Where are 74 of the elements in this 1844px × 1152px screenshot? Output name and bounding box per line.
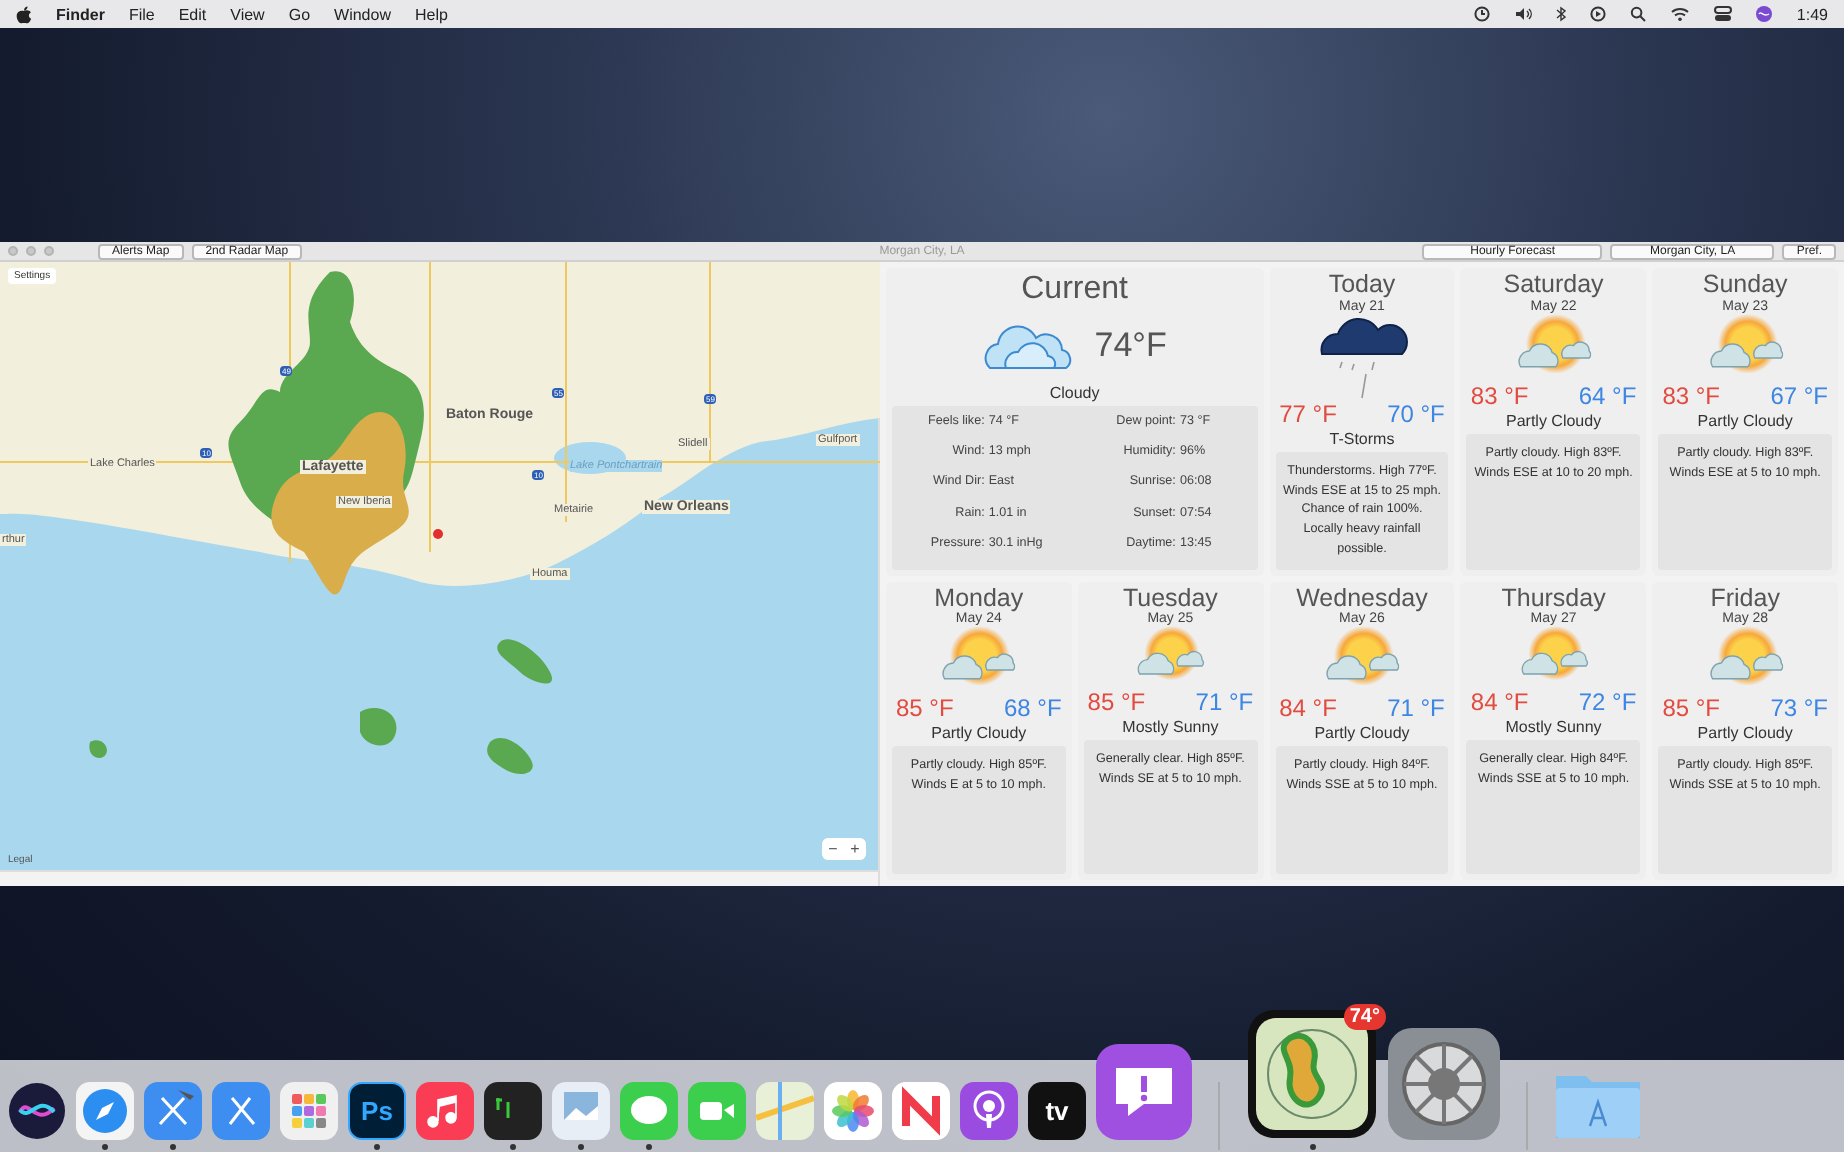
day-name: Sunday	[1702, 272, 1788, 300]
current-title: Current	[1021, 272, 1128, 308]
siri-icon[interactable]	[1756, 6, 1773, 22]
day-name: Friday	[1710, 585, 1780, 612]
map-icon[interactable]	[756, 1082, 814, 1140]
siri-orb-icon[interactable]	[8, 1082, 66, 1140]
high-temperature: 85 °F	[1662, 696, 1720, 721]
day-name: Monday	[934, 585, 1024, 612]
low-temperature: 68 °F	[1003, 696, 1062, 721]
news-icon[interactable]	[892, 1082, 950, 1140]
menu-item[interactable]: Help	[414, 5, 448, 23]
condition-text: Partly Cloudy	[931, 724, 1027, 743]
current-temperature: 74°F	[1094, 325, 1167, 366]
high-temperature: 83 °F	[1662, 383, 1720, 408]
condition-text: Partly Cloudy	[1697, 724, 1793, 743]
menu-item[interactable]: Go	[288, 5, 311, 23]
control-center-icon[interactable]	[1714, 6, 1733, 22]
play-circle-icon[interactable]	[1590, 6, 1607, 22]
high-temperature: 84 °F	[1470, 690, 1529, 715]
menu-item[interactable]: Edit	[178, 5, 207, 23]
menu-item[interactable]: Window	[334, 5, 391, 23]
horizontal-scrollbar[interactable]	[0, 870, 878, 886]
exclamation-bubble-icon[interactable]	[1096, 1044, 1192, 1140]
menu-item[interactable]: File	[128, 5, 155, 23]
flower-icon[interactable]	[824, 1082, 882, 1140]
radar-map-icon[interactable]	[1246, 1008, 1378, 1140]
terminal-icon[interactable]	[484, 1082, 542, 1140]
high-temperature: 83 °F	[1470, 383, 1529, 408]
menu-item[interactable]: View	[230, 5, 265, 23]
photo-viewer-icon[interactable]	[552, 1082, 610, 1140]
video-camera-icon[interactable]	[688, 1082, 746, 1140]
condition-text: Partly Cloudy	[1314, 724, 1410, 743]
low-temperature: 73 °F	[1770, 696, 1828, 721]
high-temperature: 77 °F	[1279, 401, 1337, 426]
apple-logo-icon[interactable]	[16, 5, 32, 23]
volume-icon[interactable]	[1514, 6, 1533, 22]
day-name: Saturday	[1503, 272, 1604, 300]
condition-text: Mostly Sunny	[1122, 718, 1219, 737]
low-temperature: 71 °F	[1387, 696, 1445, 721]
condition-text: Partly Cloudy	[1697, 411, 1793, 430]
day-name: Wednesday	[1296, 585, 1428, 612]
low-temperature: 72 °F	[1578, 690, 1637, 715]
app-grid-icon[interactable]	[280, 1082, 338, 1140]
condition-text: Mostly Sunny	[1505, 718, 1602, 737]
compass-icon[interactable]	[76, 1082, 134, 1140]
low-temperature: 71 °F	[1195, 690, 1254, 715]
high-temperature: 85 °F	[1087, 690, 1146, 715]
menu-item[interactable]: Finder	[56, 5, 105, 23]
low-temperature: 64 °F	[1578, 383, 1637, 408]
music-note-icon[interactable]	[416, 1082, 474, 1140]
chat-bubble-icon[interactable]	[620, 1082, 678, 1140]
condition-text: Cloudy	[1049, 383, 1100, 402]
low-temperature: 67 °F	[1770, 383, 1828, 408]
zoom-in-button[interactable]: +	[844, 838, 866, 860]
menu-clock[interactable]: 1:49	[1796, 5, 1828, 23]
low-temperature: 70 °F	[1387, 401, 1445, 426]
temperature-badge: 74°	[1343, 1004, 1386, 1030]
bluetooth-icon[interactable]	[1556, 6, 1567, 22]
condition-text: T-Storms	[1329, 429, 1395, 448]
clock-icon[interactable]	[1474, 6, 1491, 22]
day-name: Tuesday	[1122, 585, 1218, 612]
tv-app-icon[interactable]: tv	[1028, 1082, 1086, 1140]
day-name: Today	[1328, 272, 1396, 300]
gear-icon[interactable]	[1388, 1028, 1500, 1140]
podcast-icon[interactable]	[960, 1082, 1018, 1140]
search-icon[interactable]	[1630, 6, 1647, 22]
day-name: Thursday	[1501, 585, 1606, 612]
high-temperature: 84 °F	[1279, 696, 1337, 721]
hammer-blueprint-icon[interactable]	[144, 1082, 202, 1140]
high-temperature: 85 °F	[896, 696, 954, 721]
wifi-icon[interactable]	[1670, 6, 1691, 22]
condition-text: Partly Cloudy	[1506, 411, 1602, 430]
zoom-out-button[interactable]: −	[822, 838, 844, 860]
photoshop-app-icon[interactable]: Ps	[348, 1082, 406, 1140]
